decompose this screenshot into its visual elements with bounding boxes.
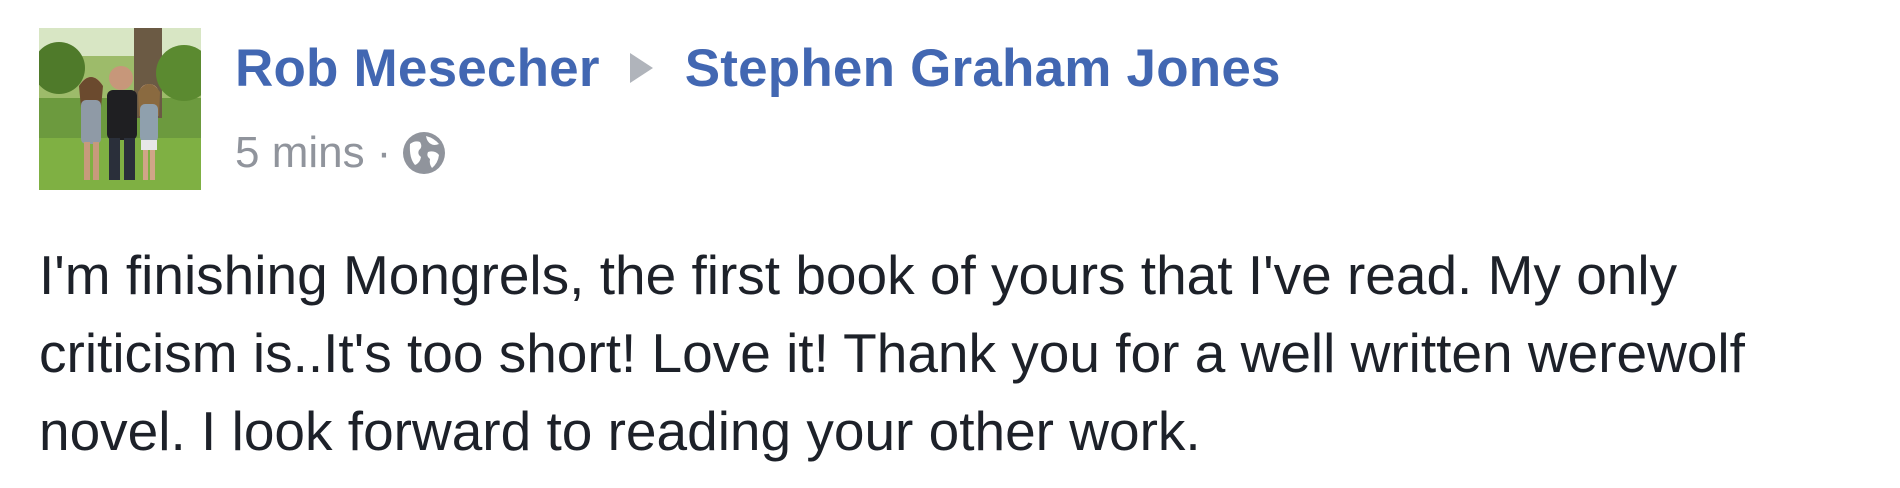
avatar-photo	[39, 28, 201, 190]
globe-icon[interactable]	[401, 130, 447, 176]
post-timestamp-link[interactable]: 5 mins	[235, 128, 365, 178]
post-title-line: Rob Mesecher Stephen Graham Jones	[235, 38, 1281, 98]
post-header: Rob Mesecher Stephen Graham Jones 5 mins…	[39, 28, 1839, 190]
post-body-text: I'm finishing Mongrels, the first book o…	[39, 244, 1745, 462]
post-meta: 5 mins ·	[235, 128, 447, 178]
triangle-right-icon	[629, 53, 653, 83]
author-name-link[interactable]: Rob Mesecher	[235, 38, 600, 99]
feed-post: Rob Mesecher Stephen Graham Jones 5 mins…	[0, 0, 1900, 488]
meta-separator: ·	[376, 128, 392, 177]
target-profile-link[interactable]: Stephen Graham Jones	[685, 38, 1281, 99]
author-avatar[interactable]	[39, 28, 201, 190]
